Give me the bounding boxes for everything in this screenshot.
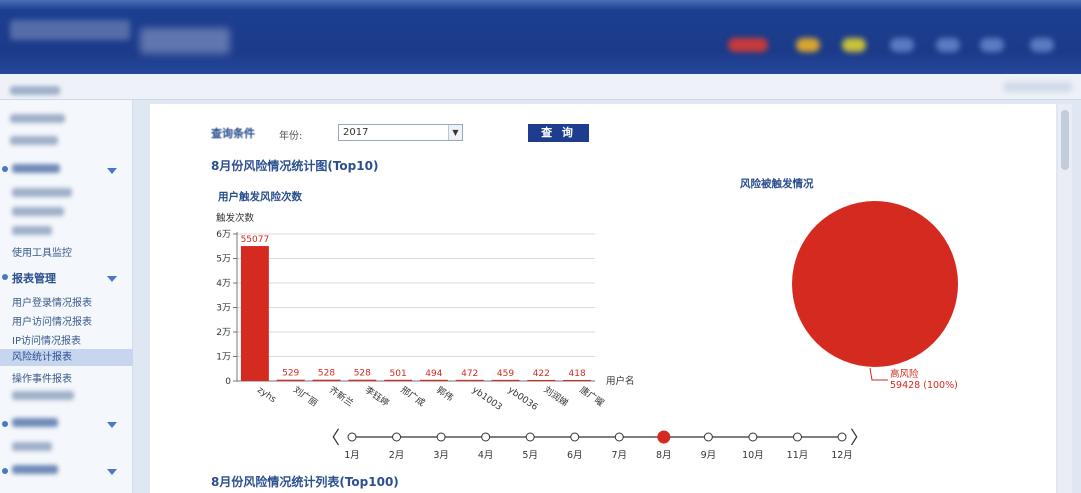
timeline-month-label[interactable]: 9月 bbox=[701, 450, 717, 461]
timeline-month-dot[interactable] bbox=[525, 432, 535, 442]
month-timeline: 〈 〉 1月 2月 3月 4月 5月 6月 7月 8月 9月 10月 11月 12月 bbox=[322, 428, 868, 461]
timeline-month-dot[interactable] bbox=[837, 432, 847, 442]
timeline-month-dot[interactable] bbox=[657, 430, 671, 444]
timeline-month-dot[interactable] bbox=[748, 432, 758, 442]
timeline-month-label[interactable]: 7月 bbox=[611, 450, 627, 461]
timeline-month-label[interactable]: 2月 bbox=[389, 450, 405, 461]
timeline-month-label[interactable]: 6月 bbox=[567, 450, 583, 461]
timeline-next-button[interactable]: 〉 bbox=[850, 428, 868, 449]
list-section-title: 8月份风险情况统计列表(Top100) bbox=[211, 475, 399, 489]
timeline-month-label[interactable]: 5月 bbox=[522, 450, 538, 461]
timeline-month-label[interactable]: 12月 bbox=[831, 450, 853, 461]
timeline-month-dot[interactable] bbox=[347, 432, 357, 442]
timeline-month-label[interactable]: 10月 bbox=[742, 450, 764, 461]
timeline-month-dot[interactable] bbox=[436, 432, 446, 442]
timeline-month-label[interactable]: 8月 bbox=[656, 450, 672, 461]
timeline-month-label[interactable]: 3月 bbox=[433, 450, 449, 461]
timeline-month-label[interactable]: 11月 bbox=[787, 450, 809, 461]
timeline-month-label[interactable]: 1月 bbox=[344, 450, 360, 461]
timeline-month-dot[interactable] bbox=[614, 432, 624, 442]
timeline-month-dot[interactable] bbox=[703, 432, 713, 442]
timeline-month-label[interactable]: 4月 bbox=[478, 450, 494, 461]
timeline-month-dot[interactable] bbox=[481, 432, 491, 442]
timeline-prev-button[interactable]: 〈 bbox=[322, 428, 340, 449]
timeline-month-dot[interactable] bbox=[792, 432, 802, 442]
timeline-month-dot[interactable] bbox=[570, 432, 580, 442]
timeline-month-dot[interactable] bbox=[392, 432, 402, 442]
